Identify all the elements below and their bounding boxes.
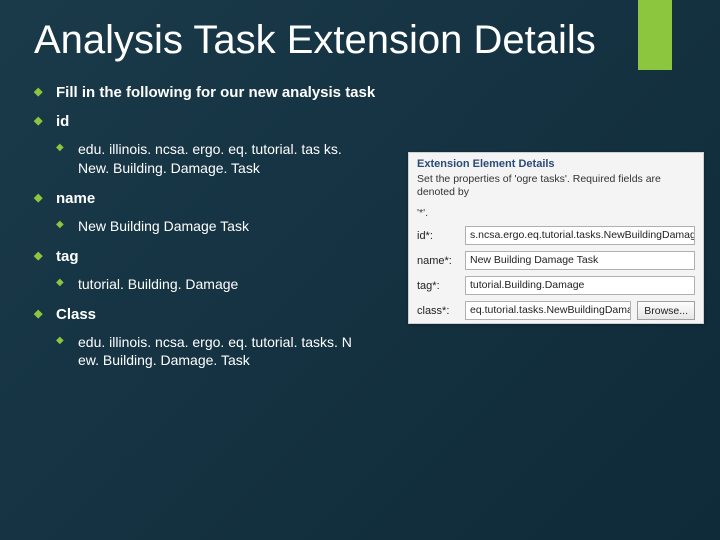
row-id: id*: s.ncsa.ergo.eq.tutorial.tasks.NewBu… bbox=[409, 223, 703, 248]
bullet-class-value: edu. illinois. ncsa. ergo. eq. tutorial.… bbox=[56, 333, 356, 371]
label-id: id*: bbox=[417, 230, 459, 242]
bullet-id-label: id bbox=[56, 113, 69, 130]
page-title: Analysis Task Extension Details bbox=[34, 18, 686, 62]
bullet-tag-value: tutorial. Building. Damage bbox=[56, 275, 356, 294]
bullet-intro-text: Fill in the following for our new analys… bbox=[56, 84, 375, 101]
bullet-name-label: name bbox=[56, 190, 95, 207]
input-id[interactable]: s.ncsa.ergo.eq.tutorial.tasks.NewBuildin… bbox=[465, 226, 695, 245]
input-name[interactable]: New Building Damage Task bbox=[465, 251, 695, 270]
label-name: name*: bbox=[417, 255, 459, 267]
extension-panel: Extension Element Details Set the proper… bbox=[408, 152, 704, 324]
row-name: name*: New Building Damage Task bbox=[409, 248, 703, 273]
row-class: class*: eq.tutorial.tasks.NewBuildingDam… bbox=[409, 298, 703, 323]
bullet-id-value: edu. illinois. ncsa. ergo. eq. tutorial.… bbox=[56, 140, 356, 178]
input-class[interactable]: eq.tutorial.tasks.NewBuildingDamageTask bbox=[465, 301, 631, 320]
input-tag[interactable]: tutorial.Building.Damage bbox=[465, 276, 695, 295]
bullet-tag-label: tag bbox=[56, 248, 79, 265]
label-tag: tag*: bbox=[417, 280, 459, 292]
label-class: class*: bbox=[417, 305, 459, 317]
bullet-name-value: New Building Damage Task bbox=[56, 217, 356, 236]
panel-asterisk-note: '*'. bbox=[409, 207, 703, 223]
row-tag: tag*: tutorial.Building.Damage bbox=[409, 273, 703, 298]
accent-bar bbox=[638, 0, 672, 70]
panel-header: Extension Element Details bbox=[409, 153, 703, 173]
bullet-intro: Fill in the following for our new analys… bbox=[34, 84, 686, 101]
panel-description: Set the properties of 'ogre tasks'. Requ… bbox=[409, 173, 703, 207]
bullet-class-label: Class bbox=[56, 306, 96, 323]
browse-button[interactable]: Browse... bbox=[637, 301, 695, 320]
